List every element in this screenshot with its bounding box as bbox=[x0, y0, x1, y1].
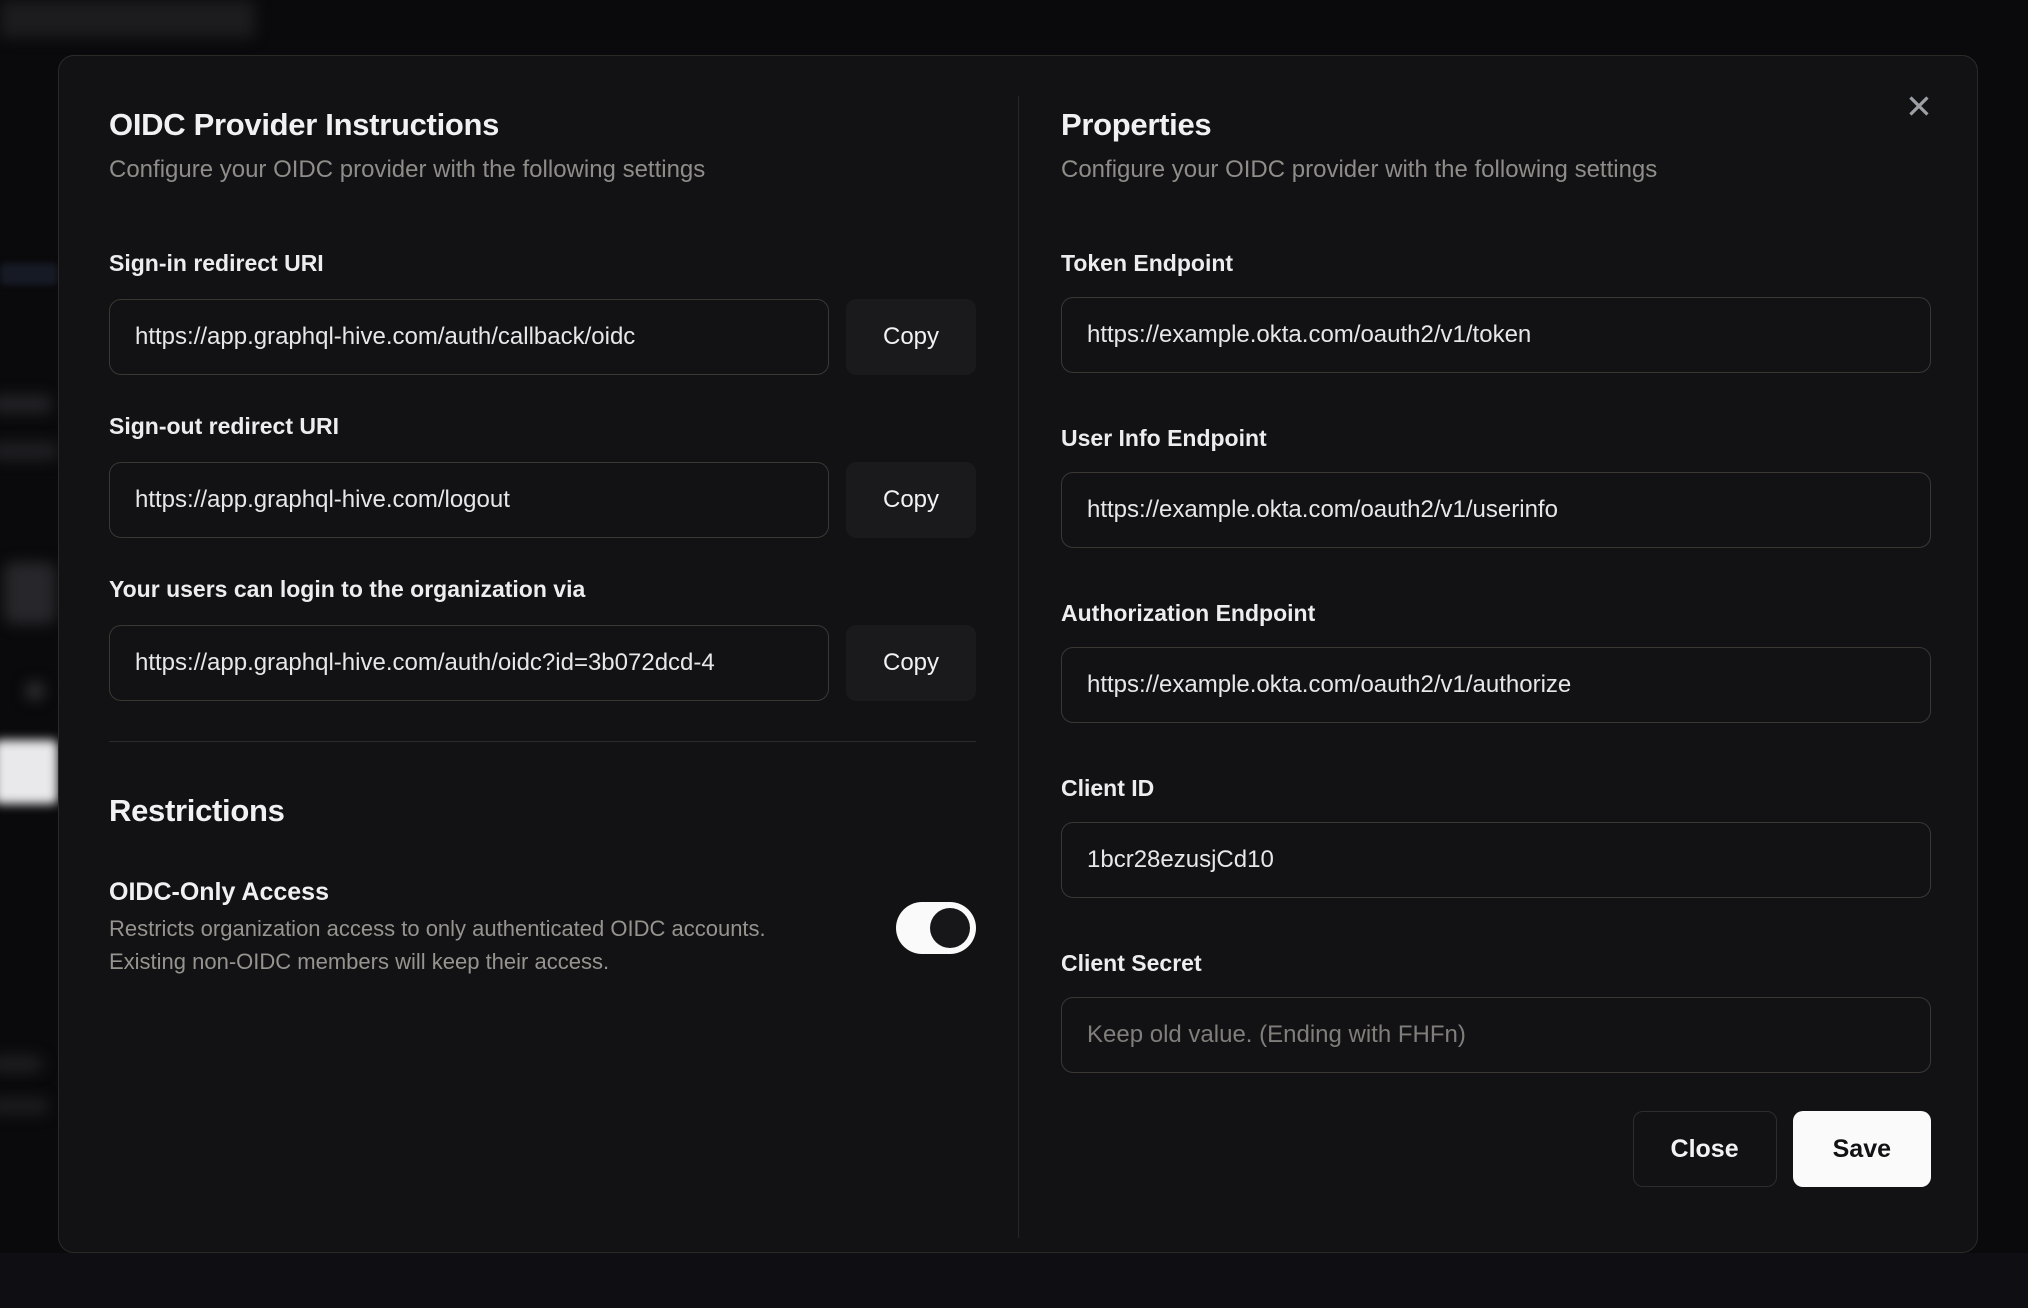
properties-subtitle: Configure your OIDC provider with the fo… bbox=[1061, 156, 1658, 183]
authorization-endpoint-label: Authorization Endpoint bbox=[1061, 600, 1316, 626]
oidc-only-access-label: OIDC-Only Access bbox=[109, 878, 329, 906]
toggle-thumb bbox=[930, 908, 970, 948]
background-blur-artifact bbox=[0, 395, 52, 413]
properties-title: Properties bbox=[1061, 107, 1212, 142]
background-blur-artifact bbox=[0, 1056, 42, 1072]
token-endpoint-input[interactable] bbox=[1061, 297, 1931, 373]
column-divider bbox=[1018, 96, 1019, 1238]
authorization-endpoint-input[interactable] bbox=[1061, 647, 1931, 723]
oidc-only-access-description: Restricts organization access to only au… bbox=[109, 912, 896, 978]
sign-in-redirect-uri-label: Sign-in redirect URI bbox=[109, 250, 324, 276]
oidc-only-access-row: OIDC-Only Access Restricts organization … bbox=[109, 876, 976, 978]
user-info-endpoint-label: User Info Endpoint bbox=[1061, 425, 1267, 451]
organization-login-uri-label: Your users can login to the organization… bbox=[109, 576, 586, 602]
client-id-row bbox=[1061, 822, 1931, 898]
sign-out-redirect-uri-input[interactable] bbox=[109, 462, 829, 538]
sign-out-redirect-uri-row: Copy bbox=[109, 462, 976, 538]
modal-action-buttons: Close Save bbox=[1061, 1111, 1931, 1187]
sign-in-redirect-uri-input[interactable] bbox=[109, 299, 829, 375]
page-background-strip bbox=[0, 1253, 2028, 1308]
client-secret-label: Client Secret bbox=[1061, 950, 1202, 976]
organization-login-uri-input[interactable] bbox=[109, 625, 829, 701]
restrictions-title: Restrictions bbox=[109, 793, 285, 828]
token-endpoint-row bbox=[1061, 297, 1931, 373]
token-endpoint-label: Token Endpoint bbox=[1061, 250, 1234, 276]
organization-login-uri-row: Copy bbox=[109, 625, 976, 701]
client-secret-input[interactable] bbox=[1061, 997, 1931, 1073]
user-info-endpoint-row bbox=[1061, 472, 1931, 548]
background-blur-artifact bbox=[0, 0, 255, 38]
background-blur-artifact bbox=[26, 682, 44, 700]
background-blur-artifact bbox=[0, 263, 58, 285]
sign-in-copy-button[interactable]: Copy bbox=[846, 299, 976, 375]
sign-out-redirect-uri-label: Sign-out redirect URI bbox=[109, 413, 340, 439]
background-blur-artifact bbox=[4, 562, 56, 624]
close-button[interactable]: Close bbox=[1632, 1111, 1777, 1187]
section-divider bbox=[109, 741, 976, 742]
background-blur-artifact bbox=[0, 740, 58, 804]
oidc-settings-modal: ✕ OIDC Provider Instructions Configure y… bbox=[58, 55, 1978, 1253]
user-info-endpoint-input[interactable] bbox=[1061, 472, 1931, 548]
organization-login-copy-button[interactable]: Copy bbox=[846, 625, 976, 701]
background-blur-artifact bbox=[0, 1098, 48, 1114]
properties-section: Properties Configure your OIDC provider … bbox=[1061, 56, 1931, 1187]
instructions-title: OIDC Provider Instructions bbox=[109, 107, 500, 142]
client-id-label: Client ID bbox=[1061, 775, 1155, 801]
client-id-input[interactable] bbox=[1061, 822, 1931, 898]
instructions-subtitle: Configure your OIDC provider with the fo… bbox=[109, 156, 706, 183]
oidc-only-access-toggle[interactable] bbox=[896, 902, 976, 954]
authorization-endpoint-row bbox=[1061, 647, 1931, 723]
oidc-instructions-section: OIDC Provider Instructions Configure you… bbox=[109, 56, 976, 978]
client-secret-row bbox=[1061, 997, 1931, 1073]
save-button[interactable]: Save bbox=[1792, 1111, 1931, 1187]
sign-out-copy-button[interactable]: Copy bbox=[846, 462, 976, 538]
background-blur-artifact bbox=[0, 442, 58, 460]
sign-in-redirect-uri-row: Copy bbox=[109, 299, 976, 375]
description-line-1: Restricts organization access to only au… bbox=[109, 916, 766, 941]
oidc-only-access-text: OIDC-Only Access Restricts organization … bbox=[109, 876, 896, 978]
description-line-2: Existing non-OIDC members will keep thei… bbox=[109, 949, 610, 974]
